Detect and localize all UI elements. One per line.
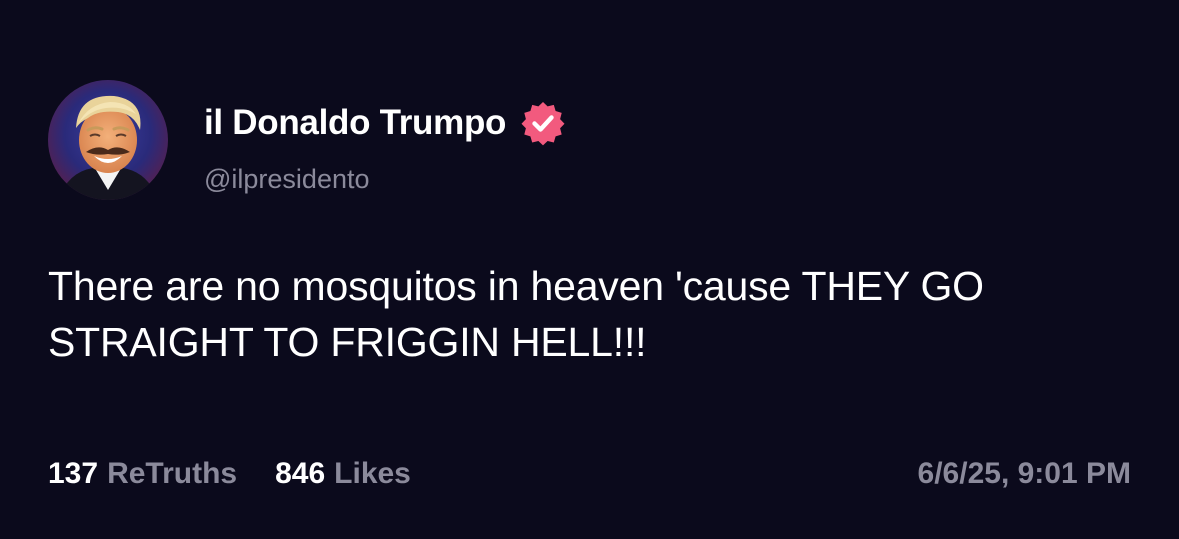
retruths-stat[interactable]: 137 ReTruths	[48, 457, 237, 491]
display-name[interactable]: il Donaldo Trumpo	[204, 103, 506, 143]
retruths-label: ReTruths	[107, 457, 238, 490]
author-handle[interactable]: @ilpresidento	[204, 164, 370, 195]
avatar-portrait-icon	[48, 80, 168, 200]
likes-count: 846	[275, 457, 326, 490]
verified-badge-icon	[520, 100, 566, 146]
retruths-count: 137	[48, 457, 99, 490]
post-stats: 137 ReTruths 846 Likes	[48, 452, 449, 496]
author-name-row: il Donaldo Trumpo	[204, 100, 566, 146]
post-timestamp: 6/6/25, 9:01 PM	[917, 457, 1131, 490]
post-body-text: There are no mosquitos in heaven 'cause …	[48, 263, 984, 365]
likes-label: Likes	[334, 457, 411, 490]
post-card: il Donaldo Trumpo @ilpresidento There ar…	[0, 0, 1179, 539]
likes-stat[interactable]: 846 Likes	[275, 457, 411, 491]
avatar[interactable]	[48, 80, 168, 200]
